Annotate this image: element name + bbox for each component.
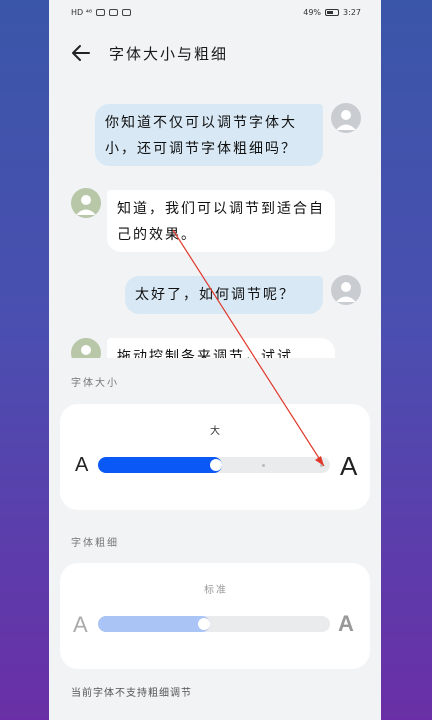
user-icon [76,195,96,215]
battery-icon [325,9,340,16]
font-size-slider[interactable] [98,457,330,473]
avatar [71,338,101,358]
status-bar: HD ⁴⁶ 49% 3:27 [49,0,381,26]
font-size-level-tick [320,464,323,467]
font-weight-level-label: 标准 [204,585,228,596]
page-header: 字体大小与粗细 [49,34,381,72]
font-weight-light-letter: A [73,612,88,637]
chat-bubble-me: 你知道不仅可以调节字体大小，还可调节字体粗细吗？ [95,104,323,166]
font-size-slider-fill [98,457,222,473]
battery-percent: 49% [303,8,322,17]
font-weight-slider-fill [98,616,211,632]
status-right: 49% 3:27 [303,8,361,17]
user-icon [336,282,356,302]
user-icon [336,110,356,130]
font-size-level-tick [262,464,265,467]
chat-preview: 你知道不仅可以调节字体大小，还可调节字体粗细吗？ 知道，我们可以调节到适合自己的… [49,92,381,358]
back-button[interactable] [69,40,95,66]
font-weight-note: 当前字体不支持粗细调节 [71,688,192,699]
notification-icon [122,9,132,16]
chat-bubble-other: 拖动控制条来调节，试试 [107,338,335,358]
signal-indicator: HD ⁴⁶ [71,8,93,17]
font-size-slider-thumb[interactable] [210,459,222,471]
font-weight-section-label: 字体粗细 [71,538,119,549]
chat-bubble-me: 太好了，如何调节呢？ [125,276,323,314]
eye-icon [96,9,106,16]
clock: 3:27 [343,8,361,17]
mute-icon [109,9,119,16]
avatar [71,188,101,218]
font-weight-slider[interactable] [98,616,330,632]
arrow-left-icon [72,45,90,61]
font-size-large-letter: A [340,451,358,481]
font-size-level-label: 大 [210,426,222,437]
user-icon [81,345,91,355]
avatar [331,103,361,133]
font-weight-bold-letter: A [338,611,354,636]
phone-screen: HD ⁴⁶ 49% 3:27 字体大小与粗细 你知道不仅可以调节字体大小，还可调… [49,0,381,720]
font-size-small-letter: A [75,454,89,476]
font-size-card: 大 A A [60,404,370,510]
font-weight-card: 标准 A A [60,563,370,669]
chat-bubble-other: 知道，我们可以调节到适合自己的效果。 [107,190,335,252]
avatar [331,275,361,305]
status-left: HD ⁴⁶ [71,8,132,17]
font-size-section-label: 字体大小 [71,378,119,389]
page-title: 字体大小与粗细 [109,45,229,63]
